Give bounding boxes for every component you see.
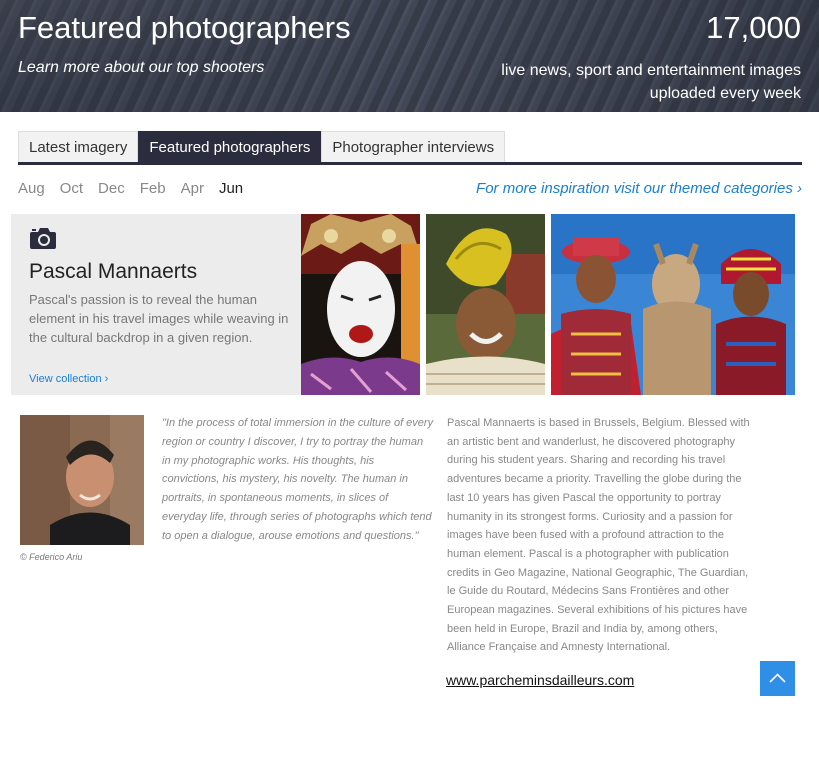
photographer-website-link[interactable]: www.parcheminsdailleurs.com xyxy=(446,672,634,688)
featured-photo-banana-man[interactable] xyxy=(426,214,545,395)
photographer-summary: Pascal's passion is to reveal the human … xyxy=(29,292,289,345)
month-aug[interactable]: Aug xyxy=(18,180,45,197)
month-oct[interactable]: Oct xyxy=(60,180,83,197)
photographer-bio: Pascal Mannaerts is based in Brussels, B… xyxy=(447,417,750,654)
photographer-card: Pascal Mannaerts Pascal's passion is to … xyxy=(11,214,301,395)
tab-latest-imagery[interactable]: Latest imagery xyxy=(18,131,139,163)
month-dec[interactable]: Dec xyxy=(98,180,125,197)
back-to-top-button[interactable] xyxy=(760,661,795,696)
featured-photo-peru-llama[interactable] xyxy=(551,214,795,395)
month-apr[interactable]: Apr xyxy=(181,180,204,197)
photographer-name: Pascal Mannaerts xyxy=(29,260,198,283)
portrait-credit: © Federico Ariu xyxy=(20,552,83,562)
tab-featured-photographers[interactable]: Featured photographers xyxy=(138,131,322,163)
section-tabs: Latest imagery Featured photographers Ph… xyxy=(18,131,506,163)
tab-underline xyxy=(18,162,802,165)
month-feb[interactable]: Feb xyxy=(140,180,166,197)
camera-icon xyxy=(30,228,56,249)
header-banner: Featured photographers Learn more about … xyxy=(0,0,819,112)
themed-categories-link[interactable]: For more inspiration visit our themed ca… xyxy=(476,180,802,197)
image-count: 17,000 xyxy=(706,10,801,45)
page-subtitle: Learn more about our top shooters xyxy=(18,59,265,76)
image-count-description: live news, sport and entertainment image… xyxy=(501,62,801,102)
photographer-portrait xyxy=(20,415,144,545)
page-title: Featured photographers xyxy=(18,10,351,45)
month-nav: Aug Oct Dec Feb Apr Jun xyxy=(18,180,243,197)
chevron-up-icon xyxy=(769,673,786,683)
tab-photographer-interviews[interactable]: Photographer interviews xyxy=(321,131,506,163)
featured-photo-geisha[interactable] xyxy=(301,214,420,395)
view-collection-link[interactable]: View collection › xyxy=(29,373,108,385)
photographer-quote: "In the process of total immersion in th… xyxy=(162,417,434,542)
month-jun[interactable]: Jun xyxy=(219,180,243,197)
